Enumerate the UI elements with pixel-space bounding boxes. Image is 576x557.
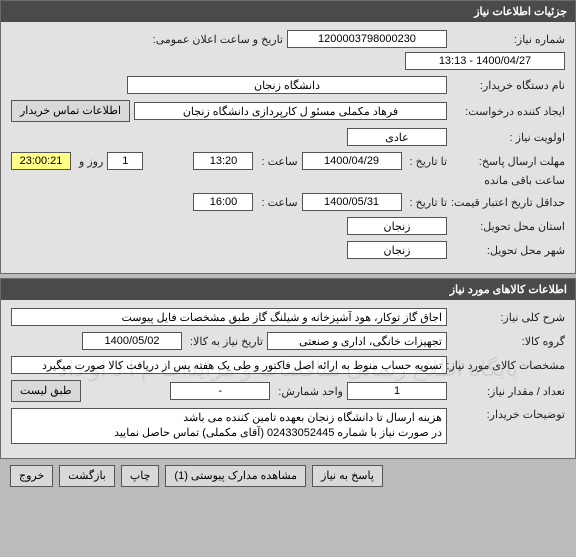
countdown-field [11, 152, 71, 170]
province-field[interactable] [347, 217, 447, 235]
validity-to-date-field[interactable] [302, 193, 402, 211]
priority-label: اولویت نیاز : [451, 131, 565, 144]
requester-field[interactable] [134, 102, 447, 120]
city-field[interactable] [347, 241, 447, 259]
buyer-contact-button[interactable]: اطلاعات تماس خریدار [11, 100, 130, 122]
reply-to-need-button[interactable]: پاسخ به نیاز [312, 465, 383, 487]
time-label-2: ساعت : [257, 196, 297, 209]
quantity-field[interactable] [347, 382, 447, 400]
goods-group-label: گروه کالا: [451, 335, 565, 348]
days-and-label: روز و [75, 155, 103, 168]
need-number-label: شماره نیاز: [451, 33, 565, 46]
validity-time-field[interactable] [193, 193, 253, 211]
announce-datetime-label: تاریخ و ساعت اعلان عمومی: [149, 33, 283, 46]
time-label-1: ساعت : [257, 155, 297, 168]
to-date-label-2: تا تاریخ : [406, 196, 447, 209]
goods-specs-field[interactable] [11, 356, 447, 374]
need-details-panel: جزئیات اطلاعات نیاز شماره نیاز: تاریخ و … [0, 0, 576, 274]
priority-field[interactable] [347, 128, 447, 146]
unit-field[interactable] [170, 382, 270, 400]
footer-button-bar: پاسخ به نیاز مشاهده مدارک پیوستی (1) چاپ… [0, 459, 576, 493]
need-details-header: جزئیات اطلاعات نیاز [1, 1, 575, 22]
price-validity-label: حداقل تاریخ اعتبار قیمت: [451, 196, 565, 209]
province-label: استان محل تحویل: [451, 220, 565, 233]
buyer-label: نام دستگاه خریدار: [451, 79, 565, 92]
buyer-notes-label: توضیحات خریدار: [451, 408, 565, 421]
hours-remaining-label: ساعت باقی مانده [480, 174, 565, 187]
as-list-button[interactable]: طبق لیست [11, 380, 81, 402]
need-description-field[interactable] [11, 308, 447, 326]
items-panel: اطلاعات کالاهای مورد نیاز پایگاه اطلاع ر… [0, 278, 576, 459]
to-date-label-1: تا تاریخ : [406, 155, 447, 168]
announce-datetime-field[interactable] [405, 52, 565, 70]
need-date-label: تاریخ نیاز به کالا: [186, 335, 263, 348]
buyer-field[interactable] [127, 76, 447, 94]
back-button[interactable]: بازگشت [59, 465, 115, 487]
days-remaining-field[interactable] [107, 152, 143, 170]
exit-button[interactable]: خروج [10, 465, 53, 487]
quantity-label: تعداد / مقدار نیاز: [451, 385, 565, 398]
need-number-field[interactable] [287, 30, 447, 48]
need-description-label: شرح کلی نیاز: [451, 311, 565, 324]
goods-specs-label: مشخصات کالای مورد نیاز: [451, 359, 565, 372]
requester-label: ایجاد کننده درخواست: [451, 105, 565, 118]
reply-to-date-field[interactable] [302, 152, 402, 170]
city-label: شهر محل تحویل: [451, 244, 565, 257]
goods-group-field[interactable] [267, 332, 447, 350]
items-header: اطلاعات کالاهای مورد نیاز [1, 279, 575, 300]
reply-deadline-label: مهلت ارسال پاسخ: [451, 155, 565, 168]
view-attachments-button[interactable]: مشاهده مدارک پیوستی (1) [165, 465, 306, 487]
buyer-notes-field[interactable] [11, 408, 447, 444]
reply-time-field[interactable] [193, 152, 253, 170]
unit-label: واحد شمارش: [274, 385, 343, 398]
print-button[interactable]: چاپ [121, 465, 160, 487]
need-date-field[interactable] [82, 332, 182, 350]
